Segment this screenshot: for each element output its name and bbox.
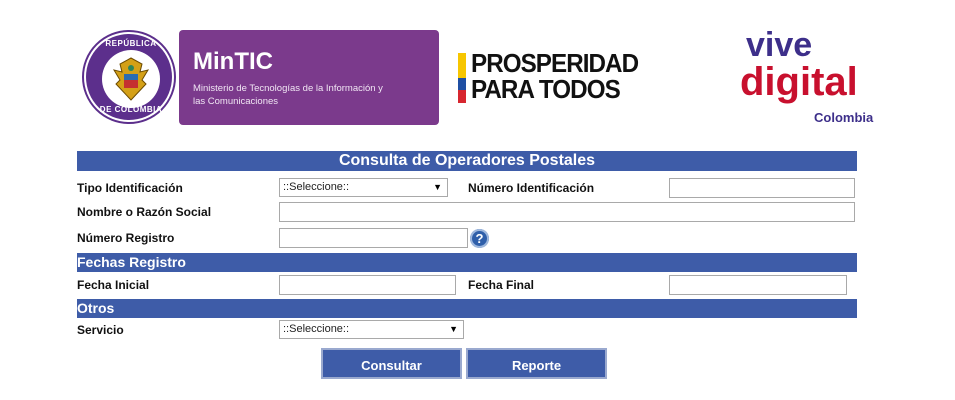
mintic-logo: MinTIC Ministerio de Tecnologías de la I…	[179, 30, 439, 125]
prosperidad-line1: PROSPERIDAD	[471, 48, 639, 78]
tipo-identificacion-label: Tipo Identificación	[77, 181, 183, 195]
colombia-flag-icon	[458, 53, 466, 103]
chevron-down-icon: ▼	[449, 324, 458, 334]
nombre-razon-social-input[interactable]	[279, 202, 855, 222]
seal-text-top: REPÚBLICA	[105, 39, 157, 48]
mintic-subtitle: Ministerio de Tecnologías de la Informac…	[193, 83, 383, 107]
seal-text-bottom: DE COLOMBIA	[99, 105, 163, 114]
vive-digital-logo: vive digital Colombia	[740, 28, 900, 128]
seal-coat-of-arms-icon	[102, 50, 160, 108]
numero-registro-label: Número Registro	[77, 231, 175, 245]
numero-registro-input[interactable]	[279, 228, 468, 248]
colombia-text: Colombia	[814, 110, 874, 125]
otros-section: Otros	[77, 299, 857, 318]
numero-identificacion-label: Número Identificación	[468, 181, 595, 195]
prosperidad-text: PROSPERIDAD PARA TODOS	[471, 48, 639, 104]
form-title: Consulta de Operadores Postales	[77, 151, 857, 171]
digital-text: digital	[740, 60, 858, 104]
servicio-select[interactable]: ::Seleccione:: ▼	[279, 320, 464, 339]
fecha-inicial-label: Fecha Inicial	[77, 278, 150, 292]
tipo-identificacion-value: ::Seleccione::	[283, 181, 350, 193]
fecha-final-label: Fecha Final	[468, 278, 535, 292]
seal-ring: REPÚBLICA DE COLOMBIA	[86, 34, 172, 120]
nombre-razon-social-label: Nombre o Razón Social	[77, 205, 212, 219]
numero-identificacion-input[interactable]	[669, 178, 855, 198]
tipo-identificacion-select[interactable]: ::Seleccione:: ▼	[279, 178, 448, 197]
mintic-title: MinTIC	[193, 48, 273, 75]
help-icon[interactable]: ?	[470, 229, 489, 248]
reporte-button[interactable]: Reporte	[466, 348, 607, 379]
vive-text: vive	[746, 26, 813, 64]
fecha-inicial-input[interactable]	[279, 275, 456, 295]
colombia-seal-logo: REPÚBLICA DE COLOMBIA	[82, 30, 176, 124]
prosperidad-line2: PARA TODOS	[471, 74, 621, 104]
fechas-registro-section: Fechas Registro	[77, 253, 857, 272]
consultar-button[interactable]: Consultar	[321, 348, 462, 379]
servicio-label: Servicio	[77, 323, 124, 337]
servicio-value: ::Seleccione::	[283, 323, 350, 335]
fecha-final-input[interactable]	[669, 275, 847, 295]
chevron-down-icon: ▼	[433, 182, 442, 192]
prosperidad-logo: PROSPERIDAD PARA TODOS	[458, 50, 658, 106]
